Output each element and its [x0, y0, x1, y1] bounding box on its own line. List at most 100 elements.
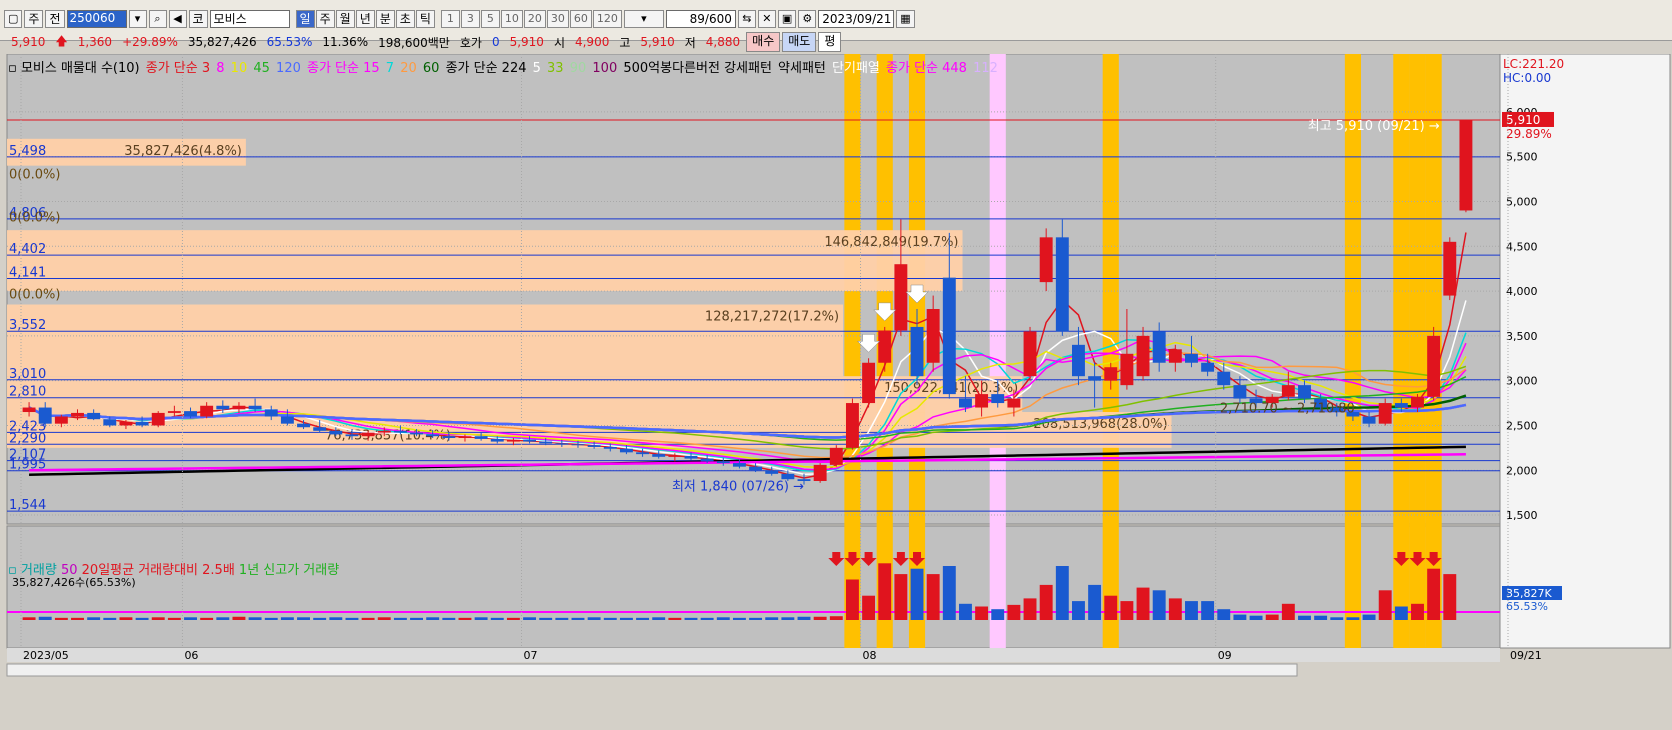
candle-body — [1072, 344, 1085, 377]
quote-bar: 5,910 🡅 1,360 +29.89% 35,827,426 65.53% … — [6, 32, 842, 52]
period-button-2[interactable]: 월 — [335, 10, 355, 28]
volume-bar — [555, 617, 569, 620]
interval-button-5[interactable]: 5 — [480, 10, 500, 28]
candle-body — [1039, 237, 1053, 283]
interval-button-120[interactable]: 120 — [592, 10, 622, 28]
volume-bar — [587, 617, 601, 620]
hc-label: HC:0.00 — [1503, 71, 1551, 85]
volume-bar — [1217, 609, 1231, 620]
legend-item-11: 5 — [532, 61, 546, 76]
interval-button-1[interactable]: 1 — [440, 10, 460, 28]
price-level-label: 3,552 — [9, 318, 46, 333]
price-tick-label: 1,500 — [1506, 509, 1538, 522]
quote-change: 1,360 — [77, 35, 113, 49]
candle-body — [151, 412, 165, 426]
interval-button-3[interactable]: 3 — [460, 10, 480, 28]
interval-button-10[interactable]: 10 — [500, 10, 523, 28]
volume-bar — [1346, 617, 1360, 620]
quote-volume-pct: 65.53% — [266, 35, 313, 49]
volume-bar — [38, 616, 52, 620]
price-level-label: 4,141 — [9, 265, 46, 280]
eval-button[interactable]: 평 — [818, 32, 842, 52]
volume-bar — [264, 617, 278, 620]
calendar-icon[interactable]: ▦ — [896, 10, 915, 28]
period-button-0[interactable]: 일 — [295, 10, 315, 28]
crosshair-icon[interactable]: ✕ — [757, 10, 776, 28]
sell-button[interactable]: 매도 — [782, 32, 817, 52]
interval-button-30[interactable]: 30 — [546, 10, 569, 28]
volume-bar — [813, 616, 827, 620]
buy-button[interactable]: 매수 — [746, 32, 781, 52]
volume-bar — [894, 574, 908, 620]
date-box[interactable]: 2023/09/21 — [818, 10, 895, 28]
legend-item-18: 종가 단순 448 — [886, 61, 972, 76]
volume-bar — [910, 568, 924, 620]
horizontal-scrollbar[interactable] — [6, 663, 1298, 677]
volume-bar — [1168, 598, 1182, 620]
candle-body — [474, 436, 488, 439]
save-icon[interactable]: ▣ — [777, 10, 797, 28]
volume-bar — [942, 566, 956, 620]
candle-body — [426, 434, 440, 437]
date-axis-panel — [7, 648, 1500, 662]
gear-icon[interactable]: ⚙ — [798, 10, 817, 28]
candle-body — [781, 473, 795, 480]
window-menu-icon[interactable]: ▢ — [4, 10, 23, 28]
candle-body — [1427, 335, 1441, 397]
volume-bar — [1136, 587, 1150, 620]
legend-item-0: ▫ 모비스 매물대 수(10) — [8, 61, 144, 76]
candle-body — [87, 412, 101, 420]
price-tick-label: 3,500 — [1506, 330, 1538, 343]
volume-subtitle: 35,827,426수(65.53%) — [12, 576, 136, 589]
period-button-1[interactable]: 주 — [315, 10, 335, 28]
volume-bar — [1281, 603, 1295, 620]
candle-body — [345, 434, 359, 437]
candle-body — [732, 463, 746, 467]
volume-bar — [1265, 614, 1279, 620]
candle-body — [668, 455, 682, 457]
speaker-icon[interactable]: ◀ — [168, 10, 187, 28]
candle-body — [716, 461, 730, 464]
interval-button-20[interactable]: 20 — [523, 10, 546, 28]
compare-icon[interactable]: ⇆ — [737, 10, 756, 28]
jeon-button[interactable]: 전 — [45, 10, 65, 28]
volume-bar — [571, 617, 585, 620]
candle-body — [135, 421, 149, 426]
volume-bar — [1233, 614, 1247, 620]
search-icon[interactable]: ⌕ — [148, 10, 167, 28]
candle-body — [539, 441, 553, 444]
stock-name-box[interactable]: 모비스 — [209, 10, 290, 28]
period-button-3[interactable]: 년 — [355, 10, 375, 28]
candle-body — [1411, 396, 1424, 408]
code-dropdown-icon[interactable]: ▾ — [128, 10, 147, 28]
candle-body — [1007, 398, 1021, 408]
price-chart[interactable]: 35,827,426(4.8%)146,842,849(19.7%)128,21… — [0, 54, 1672, 730]
price-level-label: 5,498 — [9, 144, 46, 159]
volume-bar — [345, 617, 359, 620]
price-axis-panel — [1499, 54, 1671, 649]
period-button-4[interactable]: 분 — [375, 10, 395, 28]
volume-panel — [6, 525, 1501, 649]
stock-code-input[interactable]: 250060 — [66, 10, 127, 28]
volume-bar — [458, 617, 472, 620]
volume-bar — [151, 617, 165, 620]
volume-bar — [619, 617, 633, 620]
interval-button-60[interactable]: 60 — [569, 10, 592, 28]
candle-body — [442, 436, 456, 438]
volume-profile-label: 146,842,849(19.7%) — [824, 235, 958, 250]
volume-bar — [410, 617, 423, 620]
quote-amount: 198,600백만 — [378, 35, 450, 50]
ju-button[interactable]: 주 — [24, 10, 44, 28]
interval-dropdown[interactable]: ▾ — [623, 10, 664, 28]
count-box[interactable]: 89/600 — [665, 10, 736, 28]
period-button-5[interactable]: 초 — [395, 10, 415, 28]
vlegend-item-3: 1년 신고가 거래량 — [238, 563, 340, 578]
candle-body — [878, 330, 892, 363]
quote-turnover: 11.36% — [322, 35, 369, 49]
legend-item-9: 60 — [422, 61, 444, 76]
date-tick-label: 09/21 — [1510, 649, 1542, 662]
highlight-column — [989, 54, 1006, 648]
period-button-6[interactable]: 틱 — [415, 10, 435, 28]
candle-body — [1120, 353, 1134, 386]
legend-item-16: 약세패턴 — [778, 61, 831, 76]
